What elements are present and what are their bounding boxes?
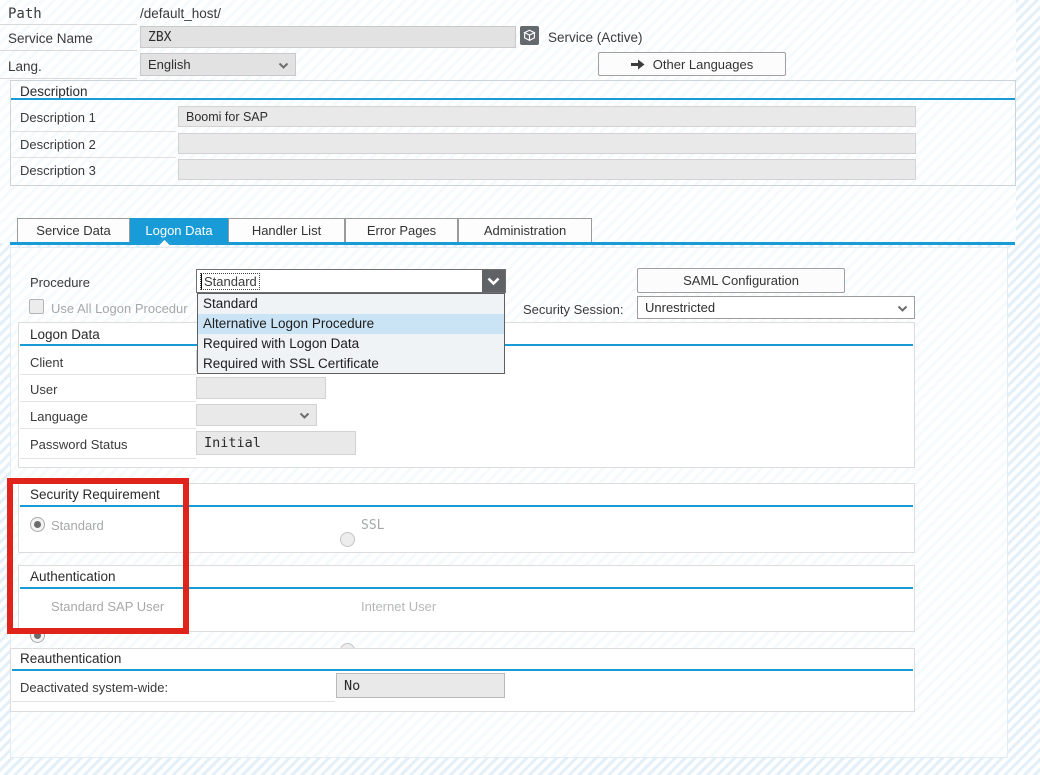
security-requirement-title: Security Requirement <box>30 487 160 502</box>
chevron-down-icon <box>299 408 310 423</box>
chevron-down-icon <box>278 57 289 72</box>
saml-configuration-label: SAML Configuration <box>683 273 799 288</box>
lang-value: English <box>148 57 191 72</box>
divider <box>20 428 196 429</box>
user-input[interactable] <box>196 377 326 399</box>
description2-label: Description 2 <box>20 137 96 152</box>
description3-input[interactable] <box>178 159 916 180</box>
security-session-select[interactable]: Unrestricted <box>637 296 915 319</box>
other-languages-label: Other Languages <box>653 57 753 72</box>
lang-select[interactable]: English <box>140 53 296 76</box>
lang-label: Lang. <box>8 59 42 74</box>
procedure-combobox[interactable]: Standard <box>196 269 506 293</box>
language-select[interactable] <box>196 404 317 426</box>
description1-label: Description 1 <box>20 110 96 125</box>
tab-label: Service Data <box>36 223 110 238</box>
tab-label: Error Pages <box>367 223 436 238</box>
section-underline <box>20 505 913 507</box>
section-underline <box>20 587 913 589</box>
security-session-label: Security Session: <box>523 302 623 317</box>
description1-value: Boomi for SAP <box>186 110 268 124</box>
deactivated-system-wide-field: No <box>336 673 505 698</box>
dropdown-option-alternative-logon[interactable]: Alternative Logon Procedure <box>198 314 504 334</box>
service-cube-icon <box>520 26 539 45</box>
path-value: /default_host/ <box>140 6 221 21</box>
deactivated-system-wide-label: Deactivated system-wide: <box>20 680 168 695</box>
client-label: Client <box>30 355 63 370</box>
deactivated-system-wide-value: No <box>344 678 360 694</box>
saml-configuration-button[interactable]: SAML Configuration <box>637 268 845 293</box>
dropdown-option-required-ssl-cert[interactable]: Required with SSL Certificate <box>198 354 504 374</box>
path-label: Path <box>8 6 42 22</box>
description3-label: Description 3 <box>20 163 96 178</box>
user-label: User <box>30 382 57 397</box>
procedure-value: Standard <box>201 274 259 289</box>
dropdown-option-required-logon-data[interactable]: Required with Logon Data <box>198 334 504 354</box>
procedure-dropdown-list: Standard Alternative Logon Procedure Req… <box>197 293 505 374</box>
section-underline <box>12 669 913 671</box>
reauthentication-title: Reauthentication <box>20 651 121 666</box>
tab-error-pages[interactable]: Error Pages <box>345 218 458 243</box>
tab-handler-list[interactable]: Handler List <box>228 218 345 243</box>
radio-auth-standard-sap-user[interactable] <box>30 628 45 643</box>
description1-input[interactable]: Boomi for SAP <box>178 106 916 127</box>
tab-administration[interactable]: Administration <box>458 218 592 243</box>
divider <box>12 157 176 158</box>
divider <box>0 78 137 79</box>
radio-security-ssl[interactable] <box>340 532 355 547</box>
divider <box>0 50 137 51</box>
radio-auth-internet-user-label: Internet User <box>361 599 436 614</box>
divider <box>0 24 137 25</box>
tab-label: Handler List <box>252 223 321 238</box>
arrow-right-icon <box>631 59 645 70</box>
service-name-value: ZBX <box>148 30 171 45</box>
chevron-down-icon <box>487 277 500 286</box>
divider <box>12 131 176 132</box>
divider <box>12 701 335 702</box>
dropdown-option-standard[interactable]: Standard <box>198 294 504 314</box>
radio-auth-standard-sap-user-label: Standard SAP User <box>51 599 164 614</box>
service-status-text: Service (Active) <box>548 30 643 45</box>
tab-service-data[interactable]: Service Data <box>17 218 130 243</box>
use-all-logon-checkbox[interactable] <box>29 299 44 314</box>
description-title: Description <box>20 84 88 99</box>
radio-security-standard-label: Standard <box>51 518 104 533</box>
radio-security-ssl-label: SSL <box>361 518 384 533</box>
other-languages-button[interactable]: Other Languages <box>598 52 786 76</box>
divider <box>20 401 196 402</box>
divider <box>20 374 196 375</box>
service-name-input[interactable]: ZBX <box>140 26 516 48</box>
tab-logon-data[interactable]: Logon Data <box>130 218 228 243</box>
authentication-title: Authentication <box>30 569 116 584</box>
header-area: Path /default_host/ Service Name ZBX Ser… <box>0 0 1016 243</box>
use-all-logon-label: Use All Logon Procedur <box>51 301 196 316</box>
logon-data-title: Logon Data <box>30 327 100 342</box>
chevron-down-icon <box>897 300 908 315</box>
procedure-label: Procedure <box>30 275 90 290</box>
service-name-label: Service Name <box>8 31 93 46</box>
language-label: Language <box>30 409 88 424</box>
description2-input[interactable] <box>178 133 916 154</box>
tab-label: Logon Data <box>145 223 212 238</box>
security-session-value: Unrestricted <box>645 300 715 315</box>
radio-security-standard[interactable] <box>30 517 45 532</box>
divider <box>20 458 196 459</box>
password-status-field: Initial <box>196 431 356 455</box>
password-status-value: Initial <box>204 435 261 451</box>
tab-label: Administration <box>484 223 566 238</box>
dropdown-open-button[interactable] <box>482 270 505 292</box>
password-status-label: Password Status <box>30 437 128 452</box>
section-underline <box>11 98 1015 100</box>
